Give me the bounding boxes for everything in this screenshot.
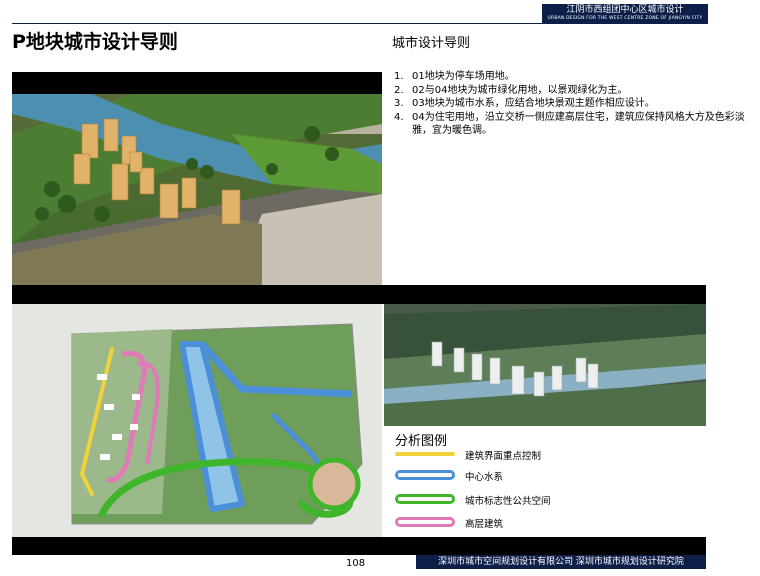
legend-swatch-blue [395, 470, 455, 480]
header-bar: 江阴市西组团中心区城市设计 URBAN DESIGN FOR THE WEST … [542, 4, 708, 24]
model-perspective-photo [384, 304, 706, 426]
footer-organization: 深圳市城市空间规划设计有限公司 深圳市城市规划设计研究院 [438, 557, 684, 567]
bottom-black-band [12, 537, 706, 555]
legend-heading: 分析图例 [395, 434, 448, 449]
legend-swatch-green [395, 494, 455, 504]
header-rule [12, 23, 708, 24]
legend-label: 中心水系 [465, 472, 504, 483]
legend-label: 高层建筑 [465, 519, 504, 530]
legend-swatch-pink [395, 517, 455, 527]
guideline-item: 2. 02与04地块为城市绿化用地，以景观绿化为主。 [394, 84, 628, 96]
guideline-item: 3. 03地块为城市水系，应结合地块景观主题作相应设计。 [394, 98, 655, 109]
legend-item: 高层建筑 [395, 517, 595, 531]
legend-item: 建筑界面重点控制 [395, 449, 595, 463]
top-black-band [12, 72, 382, 94]
footer-bar: 深圳市城市空间规划设计有限公司 深圳市城市规划设计研究院 [416, 555, 706, 569]
guideline-item: 1. 01地块为停车场用地。 [394, 71, 515, 82]
header-title-en: URBAN DESIGN FOR THE WEST CENTRE ZONE OF… [547, 16, 703, 21]
guidelines-list: 1. 01地块为停车场用地。 2. 02与04地块为城市绿化用地，以景观绿化为主。 … [394, 70, 754, 138]
legend-swatch-yellow [395, 452, 455, 456]
site-plan-analysis [12, 304, 382, 537]
legend-item: 中心水系 [395, 470, 595, 484]
page-number: 108 [346, 558, 366, 569]
legend-label: 建筑界面重点控制 [465, 451, 542, 462]
middle-black-band [12, 285, 706, 304]
header-title-cn: 江阴市西组团中心区城市设计 [566, 5, 684, 15]
guideline-item: 4. 04为住宅用地，沿立交桥一侧应建高层住宅，建筑应保持风格大方及色彩淡雅，宜为… [394, 111, 745, 137]
aerial-model-photo [12, 94, 382, 285]
legend-item: 城市标志性公共空间 [395, 494, 595, 508]
guidelines-heading: 城市设计导则 [392, 36, 471, 51]
page-title: P地块城市设计导则 [12, 31, 178, 53]
legend-label: 城市标志性公共空间 [465, 496, 551, 507]
